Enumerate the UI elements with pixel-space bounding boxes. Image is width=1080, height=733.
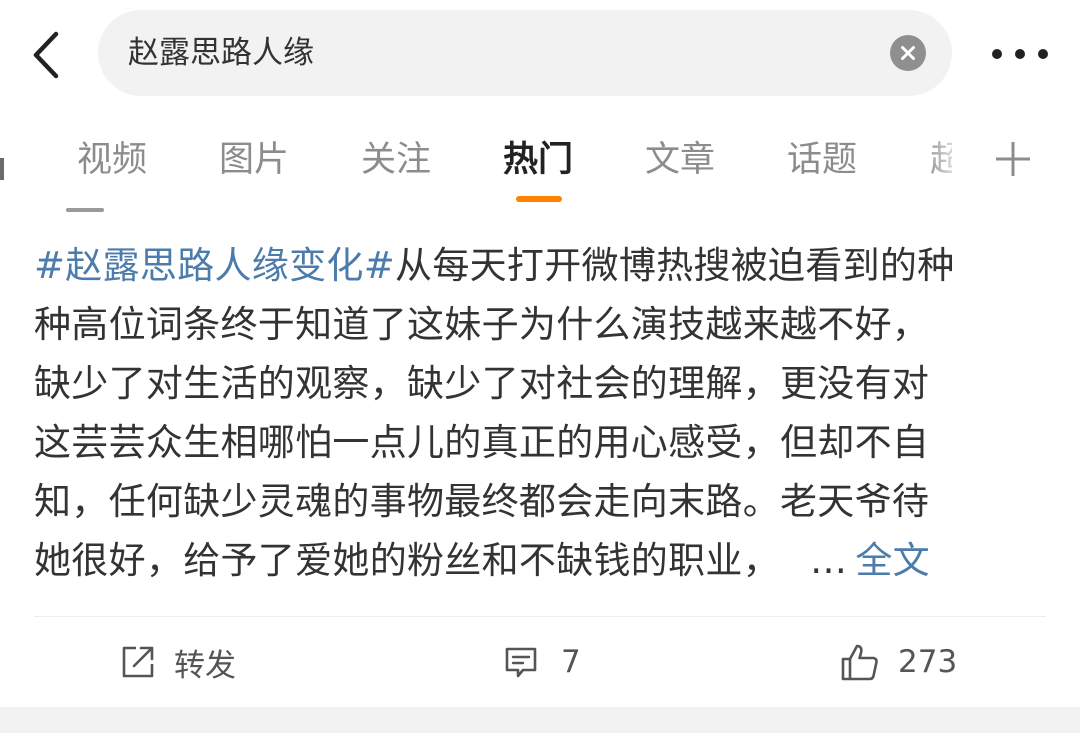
tab-topics[interactable]: 话题 (787, 120, 857, 200)
post-line: 种高位词条终于知道了这妹子为什么演技越来越不好， (34, 303, 930, 346)
tab-articles[interactable]: 文章 (645, 120, 715, 200)
more-options-button[interactable] (985, 30, 1055, 80)
post-line: 这芸芸众生相哪怕一点儿的真正的用心感受，但却不自 (34, 421, 930, 464)
tab-scroll-edge (0, 158, 4, 180)
post-text-segment: 她很好，给予了爱她的粉丝和不缺钱的职业， (34, 539, 780, 582)
next-card-separator (0, 707, 1080, 733)
post-line: 她很好，给予了爱她的粉丝和不缺钱的职业， … 全文 (34, 531, 1044, 590)
truncation-ellipsis: … (810, 539, 848, 582)
like-count: 273 (898, 644, 958, 680)
add-tab-button[interactable] (990, 136, 1036, 182)
like-button[interactable]: 273 (840, 634, 957, 690)
comment-button[interactable]: 7 (503, 634, 581, 690)
chevron-left-icon (33, 31, 59, 79)
hashtag-link[interactable]: #赵露思路人缘变化# (34, 244, 395, 287)
post-line: 知，任何缺少灵魂的事物最终都会走向末路。老天爷待 (34, 480, 930, 523)
search-bar[interactable]: 赵露思路人缘 (98, 10, 952, 96)
repost-button[interactable]: 转发 (120, 634, 236, 690)
tab-fade-overlay (924, 120, 984, 200)
repost-icon (122, 646, 154, 678)
clear-circle-icon (901, 46, 915, 60)
tab-images[interactable]: 图片 (219, 120, 289, 200)
comment-count: 7 (561, 644, 581, 680)
plus-icon (996, 142, 1030, 176)
post-body[interactable]: #赵露思路人缘变化#从每天打开微博热搜被迫看到的种 种高位词条终于知道了这妹子为… (34, 236, 1044, 590)
tab-following[interactable]: 关注 (361, 120, 431, 200)
comment-icon (505, 647, 537, 678)
post-line: 缺少了对生活的观察，缺少了对社会的理解，更没有对 (34, 362, 930, 405)
top-bar: 赵露思路人缘 (0, 0, 1080, 110)
clear-search-button[interactable] (890, 35, 926, 71)
search-tabs: 视频 图片 关注 热门 文章 话题 超 (0, 120, 1080, 210)
post-text-segment: 从每天打开微博热搜被迫看到的种 (395, 244, 955, 287)
full-text-link[interactable]: 全文 (855, 539, 930, 582)
tab-video[interactable]: 视频 (77, 120, 147, 200)
repost-label: 转发 (174, 647, 236, 684)
back-button[interactable] (22, 30, 72, 80)
post-line: #赵露思路人缘变化#从每天打开微博热搜被迫看到的种 (34, 236, 1044, 295)
divider (34, 616, 1046, 617)
tab-hot[interactable]: 热门 (503, 120, 573, 200)
thumbs-up-icon (841, 644, 878, 681)
avatar-edge (66, 208, 104, 212)
search-input[interactable]: 赵露思路人缘 (128, 10, 314, 96)
more-dots-icon (992, 49, 1048, 59)
active-tab-indicator (516, 196, 562, 202)
